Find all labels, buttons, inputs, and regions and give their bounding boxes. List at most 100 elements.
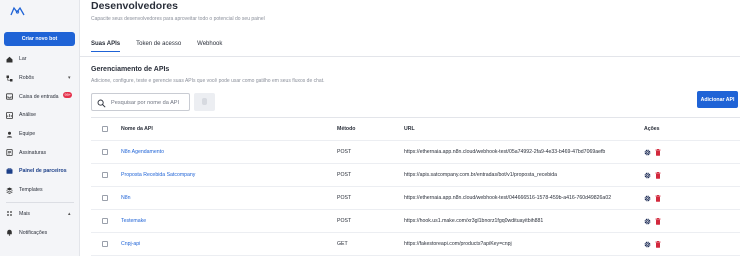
gear-icon[interactable] xyxy=(644,195,651,202)
gear-icon[interactable] xyxy=(644,149,651,156)
partners-icon xyxy=(6,168,13,175)
row-checkbox-cell xyxy=(102,164,108,186)
gear-icon[interactable] xyxy=(644,241,651,248)
tab-webhook[interactable]: Webhook xyxy=(197,41,222,52)
sidebar-item-label: Robôs xyxy=(19,75,34,82)
tab-access-token[interactable]: Token de acesso xyxy=(136,41,181,52)
flow-icon xyxy=(6,75,13,82)
table-row: Testemake POST https://hook.us1.make.com… xyxy=(91,210,740,233)
trash-icon[interactable] xyxy=(655,171,661,179)
row-actions xyxy=(644,164,661,186)
search-icon xyxy=(97,99,106,108)
sidebar-item-label: Lar xyxy=(19,56,27,63)
bot-logo[interactable] xyxy=(9,6,26,17)
trash-icon[interactable] xyxy=(655,217,661,225)
search-action-icon xyxy=(202,98,207,105)
sidebar-item-inbox[interactable]: Caixa de entrada 99+ xyxy=(0,87,80,106)
sidebar-item-label: Análise xyxy=(19,112,37,119)
api-url: https://ethernaia.app.n8n.cloud/webhook-… xyxy=(404,149,606,155)
bell-icon xyxy=(6,229,13,236)
row-checkbox-cell xyxy=(102,233,108,255)
trash-icon[interactable] xyxy=(655,148,661,156)
row-actions xyxy=(644,187,661,209)
templates-icon xyxy=(6,187,13,194)
sidebar-item-home[interactable]: Lar xyxy=(0,50,80,69)
search-button[interactable] xyxy=(194,93,215,111)
sidebar-item-subscriptions[interactable]: Assinaturas xyxy=(0,143,80,162)
inbox-icon xyxy=(6,93,13,100)
gear-icon[interactable] xyxy=(644,218,651,225)
sidebar-nav: Lar Robôs ▾ Caixa de entrada 99+ Análise xyxy=(0,50,80,242)
column-header-method[interactable]: Método xyxy=(337,118,355,140)
api-name-link[interactable]: Testemake xyxy=(121,210,146,232)
more-icon xyxy=(6,210,13,217)
table-row: Cnpj-api GET https://fakestoreapi.com/pr… xyxy=(91,233,740,256)
create-bot-button[interactable]: Criar novo bot xyxy=(4,32,75,46)
api-name-link[interactable]: Cnpj-api xyxy=(121,233,140,255)
team-icon xyxy=(6,131,13,138)
sidebar-item-templates[interactable]: Templates xyxy=(0,181,80,200)
trash-icon[interactable] xyxy=(655,194,661,202)
select-all-checkbox-cell xyxy=(102,118,108,140)
section-subtitle: Adicione, configure, teste e gerencie su… xyxy=(91,78,325,84)
add-api-button[interactable]: Adicionar API xyxy=(697,91,738,108)
sidebar-item-label: Notificações xyxy=(19,229,48,236)
sidebar-item-label: Equipe xyxy=(19,131,36,138)
table-row: N8n Agendamento POST https://ethernaia.a… xyxy=(91,141,740,164)
sidebar-item-team[interactable]: Equipe xyxy=(0,125,80,144)
sidebar-item-label: Painel de parceiros xyxy=(19,168,67,175)
trash-icon[interactable] xyxy=(655,240,661,248)
column-header-name[interactable]: Nome da API xyxy=(121,118,153,140)
page-title: Desenvolvedores xyxy=(91,0,178,12)
home-icon xyxy=(6,56,13,63)
sidebar-item-label: Templates xyxy=(19,187,43,194)
table-row: Proposta Recebida Satcompany POST https:… xyxy=(91,164,740,187)
api-url: https://fakestoreapi.com/products?apiKey… xyxy=(404,241,512,247)
sidebar-item-robots[interactable]: Robôs ▾ xyxy=(0,69,80,88)
row-checkbox-cell xyxy=(102,210,108,232)
sidebar-item-analytics[interactable]: Análise xyxy=(0,106,80,125)
search-input[interactable] xyxy=(111,97,189,108)
row-checkbox-cell xyxy=(102,141,108,163)
row-checkbox[interactable] xyxy=(102,195,108,201)
row-checkbox[interactable] xyxy=(102,149,108,155)
row-checkbox[interactable] xyxy=(102,241,108,247)
api-method: POST xyxy=(337,149,352,155)
subscription-icon xyxy=(6,149,13,157)
api-url: https://apis.satcompany.com.br/entradas/… xyxy=(404,172,558,178)
tabs-divider xyxy=(80,56,740,57)
row-checkbox[interactable] xyxy=(102,172,108,178)
select-all-checkbox[interactable] xyxy=(102,126,108,132)
gear-icon[interactable] xyxy=(644,172,651,179)
sidebar-divider xyxy=(6,201,74,203)
table-row: N8n POST https://ethernaia.app.n8n.cloud… xyxy=(91,187,740,210)
api-url: https://hook.us1.make.com/xr3gl1bnorz1fg… xyxy=(404,218,544,224)
api-name-link[interactable]: Proposta Recebida Satcompany xyxy=(121,164,195,186)
sidebar-item-label: Caixa de entrada xyxy=(19,93,59,100)
sidebar-item-label: Mais xyxy=(19,210,30,217)
column-header-url[interactable]: URL xyxy=(404,118,415,140)
section-title: Gerenciamento de APIs xyxy=(91,66,170,73)
row-actions xyxy=(644,141,661,163)
api-method: POST xyxy=(337,218,352,224)
sidebar-item-more[interactable]: Mais ▴ xyxy=(0,205,80,224)
sidebar: Criar novo bot Lar Robôs ▾ Caixa de entr… xyxy=(0,0,80,256)
api-name-link[interactable]: N8n xyxy=(121,187,131,209)
tab-your-apis[interactable]: Suas APIs xyxy=(91,41,121,52)
chevron-down-icon[interactable]: ▾ xyxy=(68,75,71,81)
api-method: POST xyxy=(337,172,352,178)
api-method: GET xyxy=(337,241,348,247)
row-actions xyxy=(644,210,661,232)
analytics-icon xyxy=(6,112,13,119)
api-url: https://ethernaia.app.n8n.cloud/webhook-… xyxy=(404,195,612,201)
api-method: POST xyxy=(337,195,352,201)
api-name-link[interactable]: N8n Agendamento xyxy=(121,141,164,163)
row-checkbox-cell xyxy=(102,187,108,209)
sidebar-item-notifications[interactable]: Notificações xyxy=(0,223,80,242)
sidebar-item-label: Assinaturas xyxy=(19,149,47,156)
row-checkbox[interactable] xyxy=(102,218,108,224)
page-subtitle: Capacite seus desenvolvedores para aprov… xyxy=(91,16,265,22)
sidebar-item-partners[interactable]: Painel de parceiros xyxy=(0,162,80,181)
column-header-actions: Ações xyxy=(644,126,660,132)
chevron-up-icon[interactable]: ▴ xyxy=(68,211,71,217)
